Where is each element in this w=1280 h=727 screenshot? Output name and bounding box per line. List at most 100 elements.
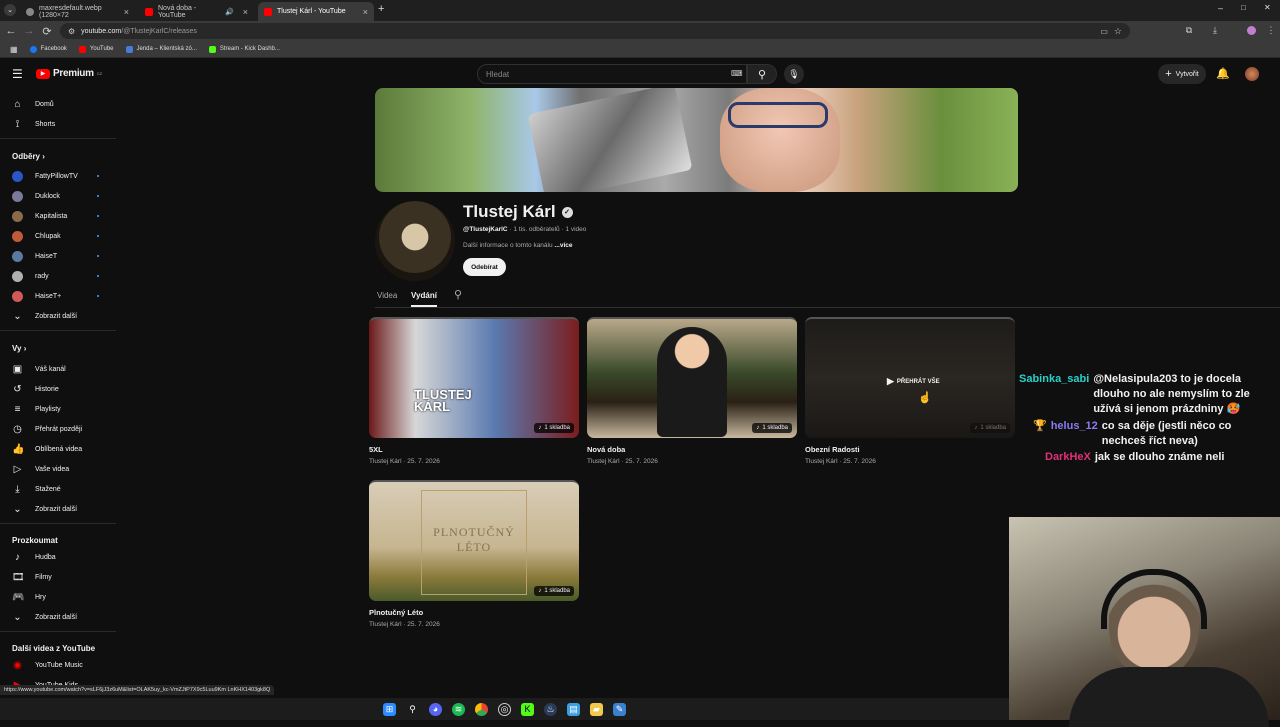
- tab-releases[interactable]: Vydání: [411, 291, 437, 307]
- youtube-logo[interactable]: ▶ Premium CZ: [36, 68, 102, 79]
- logo-text: Premium: [53, 68, 94, 79]
- discord-icon[interactable]: ◕: [429, 702, 442, 716]
- sidebar-item-sub[interactable]: Duklock: [0, 187, 116, 205]
- apps-grid-icon[interactable]: ▦: [10, 45, 18, 54]
- sidebar-item-home[interactable]: ⌂ Domů: [0, 95, 116, 113]
- release-title[interactable]: 5XL: [369, 445, 383, 454]
- sidebar-item-sub[interactable]: HaiseT+: [0, 287, 116, 305]
- reload-icon[interactable]: ⟳: [38, 25, 56, 38]
- release-title[interactable]: Obezní Radosti: [805, 445, 860, 454]
- divider: [0, 523, 116, 524]
- chrome-icon[interactable]: [475, 702, 488, 716]
- sidebar-item-your-videos[interactable]: ▷ Vaše videa: [0, 460, 116, 478]
- account-avatar[interactable]: [1245, 67, 1259, 81]
- spotify-icon[interactable]: ≋: [452, 702, 465, 716]
- play-all-overlay[interactable]: ▶ PŘEHRÁT VŠE: [887, 376, 940, 387]
- kick-icon[interactable]: K: [521, 702, 534, 716]
- new-content-dot: [97, 295, 99, 297]
- bookmark-facebook[interactable]: Facebook: [29, 45, 67, 53]
- sidebar-item-channel[interactable]: ▣ Váš kanál: [0, 360, 116, 378]
- release-thumbnail[interactable]: TLUSTEJ KÁRL ♪ 1 skladba: [369, 317, 579, 438]
- notifications-bell-icon[interactable]: 🔔: [1216, 67, 1230, 80]
- tab-videos[interactable]: Videa: [377, 291, 397, 300]
- sidebar-show-more[interactable]: ⌄ Zobrazit další: [0, 307, 116, 325]
- bookmark-youtube[interactable]: YouTube: [78, 45, 114, 53]
- bookmark-star-icon[interactable]: ☆: [1114, 26, 1122, 37]
- browser-tab-image[interactable]: maxresdefault.webp (1280×72 ×: [20, 2, 135, 21]
- channel-about-link[interactable]: Další informace o tomto kanálu ...více: [463, 242, 572, 249]
- sidebar-item-sub[interactable]: Chlupak: [0, 227, 116, 245]
- plus-icon: +: [1165, 68, 1172, 80]
- hamburger-menu-icon[interactable]: ☰: [12, 67, 23, 81]
- music-note-icon: ♪: [538, 588, 542, 594]
- obs-icon[interactable]: ◎: [498, 702, 511, 716]
- channel-search-icon[interactable]: ⚲: [454, 288, 462, 301]
- sidebar-item-history[interactable]: ↺ Historie: [0, 380, 116, 398]
- address-bar[interactable]: ⚙ youtube.com/@TlustejKarlC/releases ▭ ☆: [60, 23, 1130, 39]
- site-info-icon[interactable]: ⚙: [68, 27, 75, 36]
- sidebar-show-more[interactable]: ⌄ Zobrazit další: [0, 500, 116, 518]
- sidebar-item-sub[interactable]: HaiseT: [0, 247, 116, 265]
- speaker-icon[interactable]: 🔊: [225, 8, 234, 16]
- new-content-dot: [97, 215, 99, 217]
- release-meta: Tlustej Kárl · 25. 7. 2026: [369, 621, 440, 628]
- minimize-button[interactable]: –: [1218, 3, 1223, 13]
- sidebar-item-sub[interactable]: rady: [0, 267, 116, 285]
- chevron-down-icon: ⌄: [13, 611, 22, 623]
- sidebar-item-music[interactable]: ♪ Hudba: [0, 548, 116, 566]
- search-button[interactable]: ⚲: [747, 64, 777, 84]
- sidebar-item-liked[interactable]: 👍 Oblíbená videa: [0, 440, 116, 458]
- chevron-right-icon: ›: [42, 152, 45, 161]
- extensions-icon[interactable]: ⧉: [1180, 25, 1198, 36]
- new-tab-button[interactable]: +: [378, 3, 384, 15]
- release-thumbnail[interactable]: PLNOTUČNÝ LÉTO ♪ 1 skladba: [369, 480, 579, 601]
- close-tab-icon[interactable]: ×: [243, 7, 248, 17]
- sidebar-item-downloads[interactable]: ⤓ Stažené: [0, 480, 116, 498]
- tab-list-chevron-icon[interactable]: ⌄: [4, 4, 16, 16]
- bookmark-kick[interactable]: Stream - Kick Dashb...: [208, 45, 280, 53]
- album-art-figure: [657, 327, 727, 437]
- steam-icon[interactable]: ♨: [544, 702, 557, 716]
- release-title[interactable]: Nová doba: [587, 445, 625, 454]
- you-header[interactable]: Vy ›: [12, 344, 26, 353]
- search-input[interactable]: Hledat: [477, 64, 747, 84]
- notepad-icon[interactable]: ▤: [567, 702, 580, 716]
- back-icon[interactable]: ←: [2, 25, 20, 37]
- install-app-icon[interactable]: ▭: [1100, 27, 1108, 36]
- avatar: [12, 230, 23, 242]
- sidebar-item-watch-later[interactable]: ◷ Přehrát později: [0, 420, 116, 438]
- keyboard-icon[interactable]: ⌨: [731, 69, 743, 78]
- subscribe-button[interactable]: Odebírat: [463, 258, 506, 276]
- release-thumbnail[interactable]: ♪ 1 skladba: [587, 317, 797, 438]
- search-icon[interactable]: ⚲: [406, 703, 419, 716]
- sidebar-item-films[interactable]: 🎞 Filmy: [0, 568, 116, 586]
- windows-start-icon[interactable]: ⊞: [383, 702, 396, 716]
- sidebar-item-games[interactable]: 🎮 Hry: [0, 588, 116, 606]
- close-window-button[interactable]: ✕: [1264, 3, 1271, 12]
- music-note-icon: ♪: [974, 425, 978, 431]
- release-thumbnail[interactable]: ▶ PŘEHRÁT VŠE ☝ ♪ 1 skladba: [805, 317, 1015, 438]
- forward-icon[interactable]: →: [20, 25, 38, 37]
- sidebar-item-youtube-music[interactable]: ◉ YouTube Music: [0, 656, 116, 674]
- browser-tab-nova-doba[interactable]: Nová doba - YouTube 🔊 ×: [139, 2, 254, 21]
- music-note-icon: ♪: [756, 425, 760, 431]
- sidebar-show-more[interactable]: ⌄ Zobrazit další: [0, 608, 116, 626]
- menu-kebab-icon[interactable]: ⋮: [1262, 25, 1280, 36]
- sidebar-item-sub[interactable]: Kapitalista: [0, 207, 116, 225]
- sidebar-item-playlists[interactable]: ≡ Playlisty: [0, 400, 116, 418]
- download-icon[interactable]: ⤓: [1206, 25, 1224, 36]
- sidebar-item-sub[interactable]: FattyPillowTV: [0, 167, 116, 185]
- voice-search-button[interactable]: 🎙: [784, 64, 804, 84]
- create-button[interactable]: + Vytvořit: [1158, 64, 1206, 84]
- release-title[interactable]: Plnotučný Léto: [369, 608, 423, 617]
- profile-avatar[interactable]: [1247, 26, 1256, 35]
- subscriptions-header[interactable]: Odběry ›: [12, 152, 45, 161]
- close-tab-icon[interactable]: ×: [124, 7, 129, 17]
- browser-tab-tlustej-karl[interactable]: Tlustej Kárl - YouTube ×: [258, 2, 374, 21]
- close-tab-icon[interactable]: ×: [363, 7, 368, 17]
- sidebar-item-shorts[interactable]: ⟟ Shorts: [0, 115, 116, 133]
- bookmark-jenda[interactable]: Jenda – Klientská zó...: [125, 45, 197, 53]
- file-explorer-icon[interactable]: ▰: [590, 702, 603, 716]
- maximize-button[interactable]: □: [1241, 3, 1246, 12]
- paint-icon[interactable]: ✎: [613, 702, 626, 716]
